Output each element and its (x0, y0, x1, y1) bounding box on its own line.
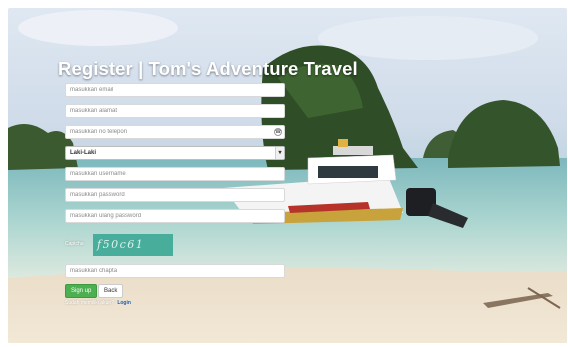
confirm-password-field[interactable] (65, 209, 285, 223)
login-prompt-line: Sudah memiliki akun? Login (65, 300, 131, 306)
gender-selected-value: Laki-Laki (70, 150, 97, 156)
chevron-down-icon: ▾ (275, 147, 284, 159)
captcha-label: Captcha (65, 241, 84, 247)
login-prompt-text: Sudah memiliki akun? (65, 300, 114, 306)
username-field[interactable] (65, 167, 285, 181)
back-button[interactable]: Back (98, 284, 124, 298)
email-field[interactable] (65, 83, 285, 97)
background-photo: Register | Tom's Adventure Travel ☎ Laki… (8, 8, 567, 343)
login-link[interactable]: Login (117, 300, 131, 306)
telepon-wrapper: ☎ (65, 125, 285, 139)
alamat-field[interactable] (65, 104, 285, 118)
page-title: Register | Tom's Adventure Travel (58, 58, 358, 79)
password-field[interactable] (65, 188, 285, 202)
signup-button[interactable]: Sign up (65, 284, 98, 298)
telepon-field[interactable] (65, 125, 285, 139)
telephone-icon: ☎ (274, 128, 282, 136)
captcha-input[interactable] (65, 264, 285, 278)
gender-select[interactable]: Laki-Laki ▾ (65, 146, 285, 160)
captcha-image: f50c61 (93, 234, 173, 256)
